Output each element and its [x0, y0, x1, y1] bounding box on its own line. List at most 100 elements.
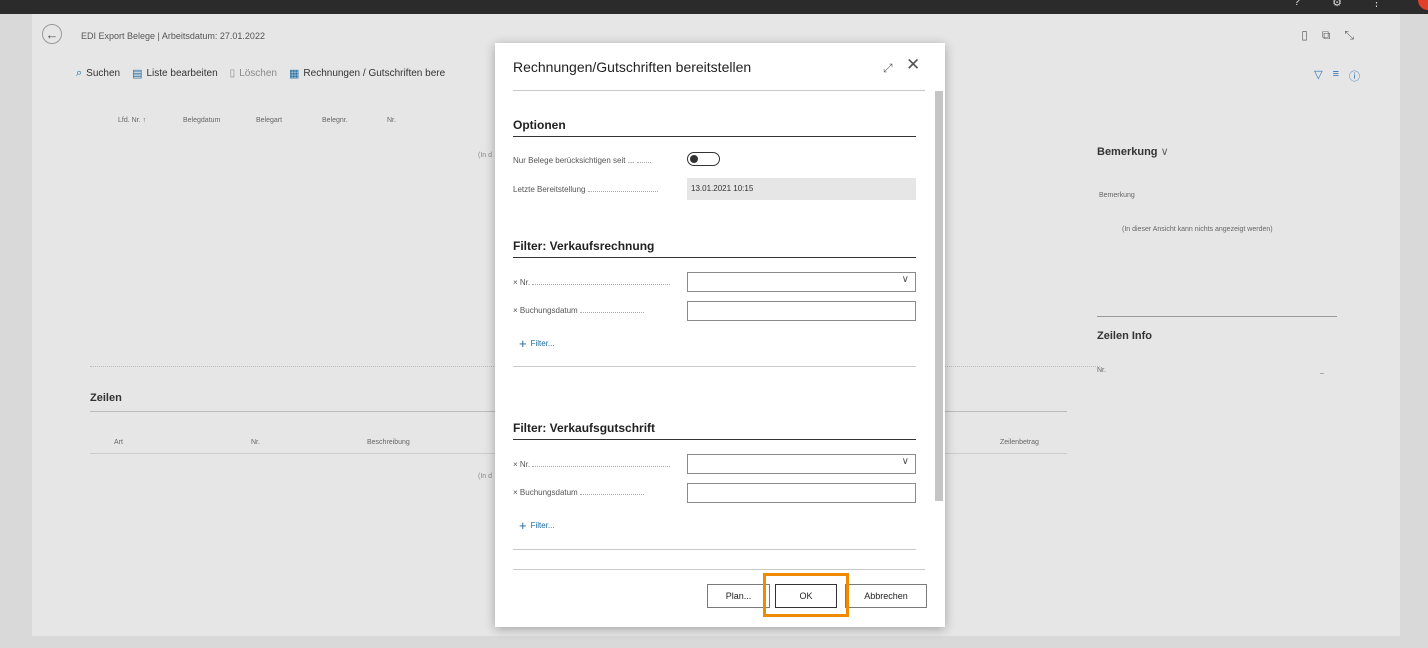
column-header-lfd-nr[interactable]: Lfd. Nr. ↑ [118, 117, 146, 124]
provide-invoices-action[interactable]: ▦ Rechnungen / Gutschriften bere [289, 67, 445, 80]
lines-info-title[interactable]: Zeilen Info [1097, 330, 1152, 342]
edit-list-icon: ▤ [132, 68, 143, 80]
remark-factbox-label: Bemerkung [1097, 146, 1158, 158]
credit-posting-date-text: Buchungsdatum [519, 488, 578, 497]
only-since-label: Nur Belege berücksichtigen seit ... [513, 156, 679, 165]
bookmark-icon[interactable]: ▯ [1301, 28, 1308, 43]
column-header-zeilenbetrag[interactable]: Zeilenbetrag [1000, 439, 1039, 446]
list-view-icon[interactable]: ≡ [1333, 68, 1339, 84]
invoice-add-filter-link[interactable]: + Filter... [519, 336, 555, 351]
edit-list-action[interactable]: ▤ Liste bearbeiten [132, 67, 218, 80]
cancel-button[interactable]: Abbrechen [845, 584, 927, 608]
toggle-knob [690, 155, 698, 163]
last-provision-label: Letzte Bereitstellung [513, 185, 679, 194]
last-provision-value: 13.01.2021 10:15 [687, 178, 916, 200]
filter-icon[interactable]: ▽ [1314, 68, 1322, 84]
credit-filter-bottom-divider [513, 549, 916, 550]
chevron-down-icon[interactable]: ∨ [902, 274, 909, 285]
back-arrow-icon[interactable]: ← [42, 24, 62, 44]
label-dots [579, 312, 644, 313]
column-header-belegnr[interactable]: Belegnr. [322, 117, 348, 124]
lines-section-title[interactable]: Zeilen [90, 392, 122, 404]
info-icon[interactable]: ⓘ [1349, 68, 1360, 84]
search-label: Suchen [86, 68, 121, 79]
page-header-icons: ▯ ⧉ ⤡ [1301, 28, 1354, 43]
invoice-posting-date-label: × Buchungsdatum [513, 306, 679, 315]
scrollbar[interactable] [935, 91, 943, 501]
page-filter-icons: ▽ ≡ ⓘ [1314, 68, 1360, 84]
provide-label: Rechnungen / Gutschriften bere [303, 68, 446, 79]
search-action[interactable]: ⌕ Suchen [76, 67, 120, 80]
open-new-window-icon[interactable]: ⧉ [1322, 28, 1331, 43]
column-header-belegdatum[interactable]: Belegdatum [183, 117, 220, 124]
plus-icon: + [519, 336, 527, 351]
credit-nr-text: Nr. [519, 460, 531, 469]
remark-factbox-title[interactable]: Bemerkung ∨ [1097, 145, 1169, 158]
invoice-filter-title[interactable]: Filter: Verkaufsrechnung [513, 239, 654, 253]
provide-icon: ▦ [289, 68, 300, 80]
lines-empty-hint: (In d [478, 473, 493, 480]
avatar[interactable] [1418, 0, 1428, 10]
plan-button[interactable]: Plan... [707, 584, 770, 608]
ok-button-highlight [763, 573, 849, 617]
close-icon[interactable]: ✕ [906, 55, 920, 75]
invoice-nr-field[interactable]: ∨ [687, 272, 916, 292]
dialog-title: Rechnungen/Gutschriften bereitstellen [513, 59, 752, 75]
invoice-filter-divider [513, 257, 916, 258]
label-dots [579, 494, 644, 495]
credit-add-filter-link[interactable]: + Filter... [519, 518, 555, 533]
invoice-posting-date-text: Buchungsdatum [519, 306, 578, 315]
label-dots [532, 466, 671, 467]
label-dots [587, 191, 658, 192]
settings-icon[interactable]: ⚙ [1332, 0, 1342, 9]
more-icon[interactable]: ⋮ [1371, 0, 1382, 9]
chevron-down-icon: ∨ [1160, 146, 1169, 158]
invoice-posting-date-field[interactable] [687, 301, 916, 321]
invoice-nr-text: Nr. [519, 278, 531, 287]
invoice-add-filter-text: Filter... [530, 339, 555, 348]
last-provision-text: Letzte Bereitstellung [513, 185, 586, 194]
trash-icon: ▯ [229, 68, 236, 79]
credit-add-filter-text: Filter... [530, 521, 555, 530]
lines-info-nr-value[interactable]: _ [1320, 367, 1324, 374]
delete-label: Löschen [239, 68, 277, 79]
action-bar: ⌕ Suchen ▤ Liste bearbeiten ▯ Löschen ▦ … [76, 67, 445, 80]
search-icon: ⌕ [76, 67, 83, 79]
label-dots [532, 284, 671, 285]
options-section-divider [513, 136, 916, 137]
expand-icon[interactable]: ⤢ [883, 61, 893, 76]
credit-nr-label: × Nr. [513, 460, 679, 469]
credit-posting-date-label: × Buchungsdatum [513, 488, 679, 497]
delete-action[interactable]: ▯ Löschen [230, 68, 277, 79]
remark-field-label: Bemerkung [1099, 192, 1135, 199]
page-title: EDI Export Belege | Arbeitsdatum: 27.01.… [81, 31, 265, 41]
column-header-line-nr[interactable]: Nr. [251, 439, 260, 446]
edit-list-label: Liste bearbeiten [146, 68, 218, 79]
provide-dialog: Rechnungen/Gutschriften bereitstellen ⤢ … [495, 43, 945, 627]
empty-hint: (In d [478, 152, 493, 159]
credit-posting-date-field[interactable] [687, 483, 916, 503]
chevron-down-icon[interactable]: ∨ [902, 456, 909, 467]
options-section-title[interactable]: Optionen [513, 118, 566, 132]
dialog-footer-divider [513, 569, 925, 570]
remove-filter-icon[interactable]: × [513, 488, 518, 497]
top-bar: ? ⚙ ⋮ [0, 0, 1428, 14]
plus-icon: + [519, 518, 527, 533]
invoice-filter-bottom-divider [513, 366, 916, 367]
column-header-art[interactable]: Art [114, 439, 123, 446]
only-since-toggle[interactable] [687, 152, 720, 166]
remove-filter-icon[interactable]: × [513, 306, 518, 315]
credit-nr-field[interactable]: ∨ [687, 454, 916, 474]
remove-filter-icon[interactable]: × [513, 460, 518, 469]
help-icon[interactable]: ? [1294, 0, 1300, 8]
only-since-text: Nur Belege berücksichtigen seit ... [513, 156, 635, 165]
dialog-header-divider [513, 90, 925, 91]
column-header-nr[interactable]: Nr. [387, 117, 396, 124]
collapse-icon[interactable]: ⤡ [1344, 28, 1354, 43]
column-header-belegart[interactable]: Belegart [256, 117, 282, 124]
label-dots [636, 162, 651, 163]
column-header-beschreibung[interactable]: Beschreibung [367, 439, 410, 446]
credit-filter-title[interactable]: Filter: Verkaufsgutschrift [513, 421, 655, 435]
remove-filter-icon[interactable]: × [513, 278, 518, 287]
remark-empty-hint: (In dieser Ansicht kann nichts angezeigt… [1122, 226, 1273, 233]
